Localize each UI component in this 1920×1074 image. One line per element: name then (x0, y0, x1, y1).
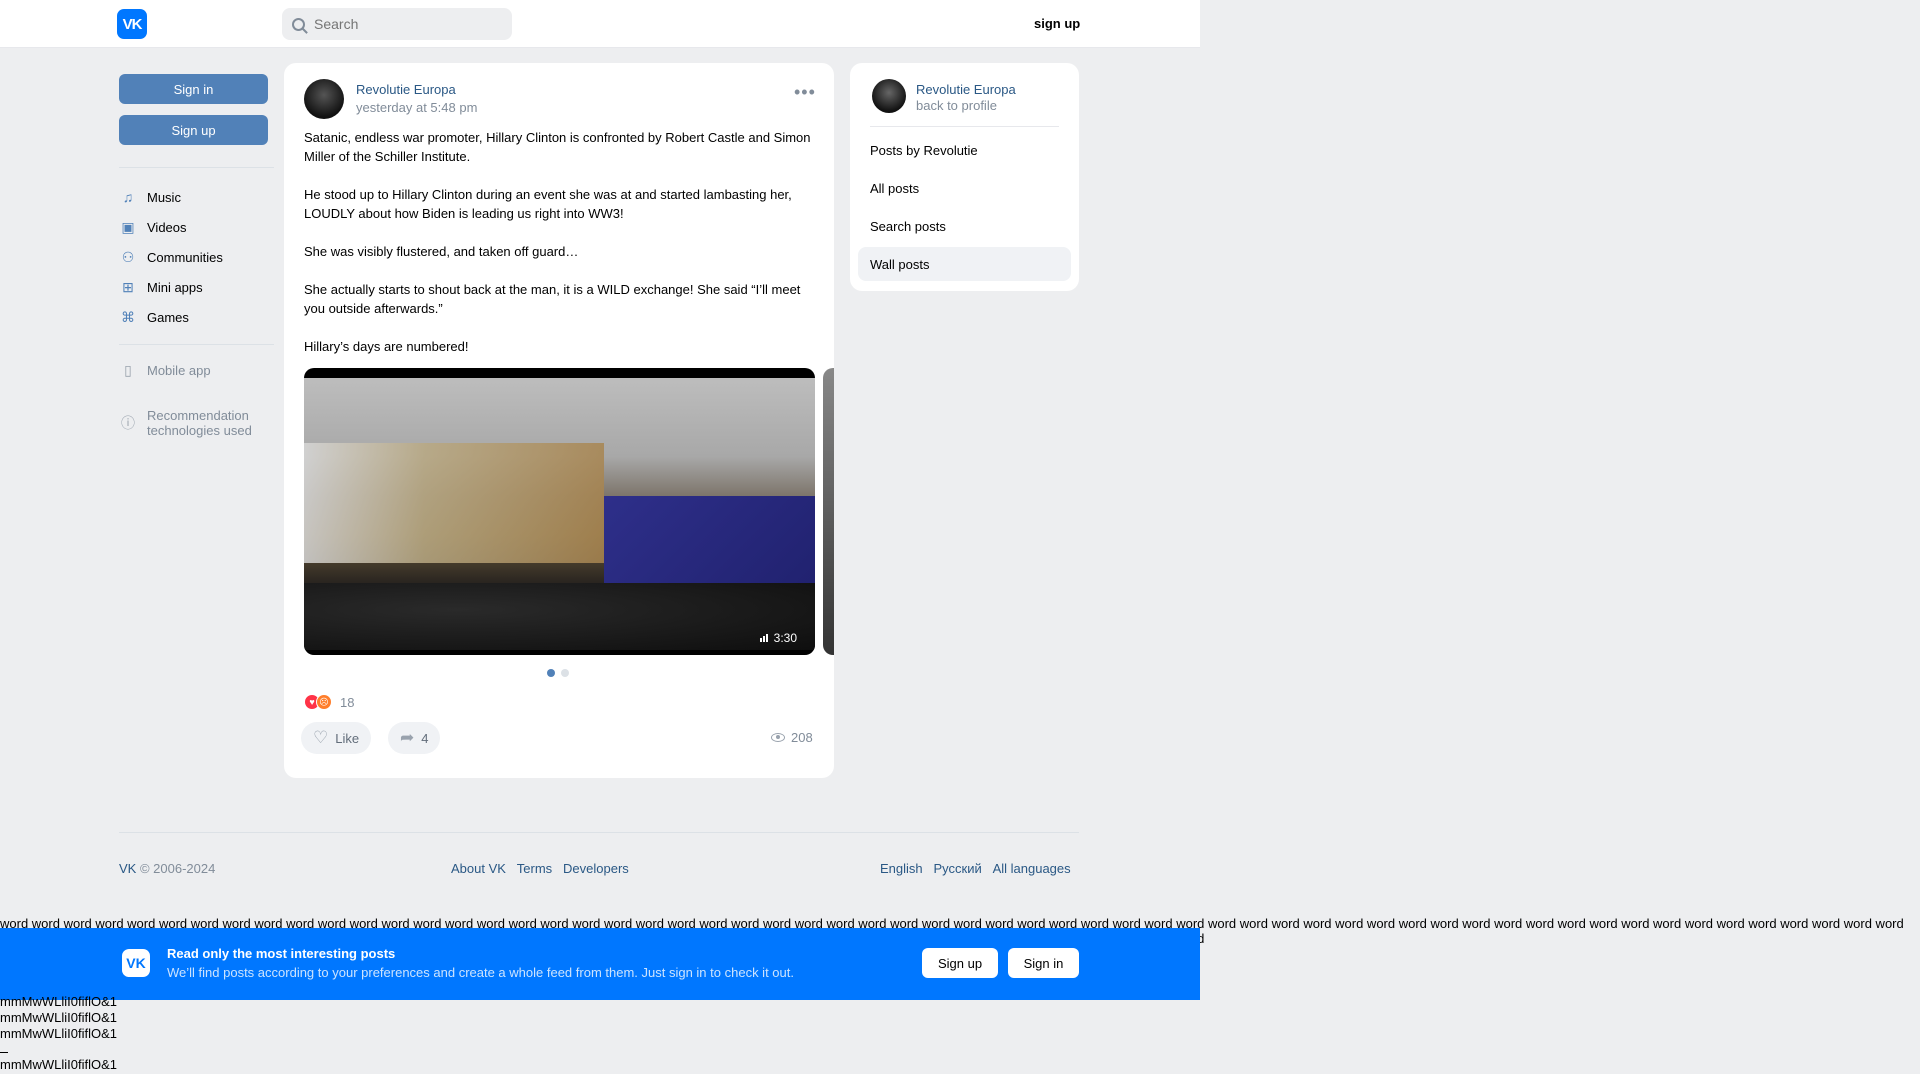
search-icon (292, 17, 305, 31)
reaction-count: 18 (340, 694, 355, 710)
sidebar-item-label: Communities (147, 249, 223, 265)
footer-languages: English Русский All languages (880, 861, 1071, 876)
reactions[interactable]: ♥ ☹ 18 (304, 694, 354, 710)
sidebar-item-music[interactable]: ♫ Music (119, 185, 181, 209)
quality-icon (759, 634, 768, 642)
footer-links: About VK Terms Developers (451, 861, 629, 876)
footer-developers-link[interactable]: Developers (563, 861, 629, 876)
link-posts-by[interactable]: Posts by Revolutie (858, 133, 1071, 167)
banner-sign-in-button[interactable]: Sign in (1008, 948, 1079, 978)
sidebar-item-label: Mobile app (147, 362, 211, 378)
post-text: Satanic, endless war promoter, Hillary C… (304, 128, 819, 375)
video-duration: 3:30 (759, 631, 797, 645)
share-count: 4 (421, 730, 429, 746)
carousel-dot[interactable] (561, 669, 569, 677)
banner-title: Read only the most interesting posts (167, 946, 396, 961)
info-icon: ⓘ (121, 415, 135, 431)
footer-divider (119, 832, 1079, 833)
video-duration-text: 3:30 (773, 631, 797, 645)
views-count: 208 (791, 730, 813, 745)
vk-logo-icon: VK (122, 949, 150, 977)
gamepad-icon: ⌘ (121, 308, 135, 325)
video-player[interactable]: 3:30 (304, 368, 815, 655)
post-paragraph: She actually starts to shout back at the… (304, 282, 801, 316)
back-to-profile[interactable]: back to profile (916, 98, 997, 113)
top-header: VK sign up (0, 0, 1200, 48)
eye-icon (771, 733, 785, 742)
footer-vk-link[interactable]: VK (119, 861, 136, 876)
post-paragraph: She was visibly flustered, and taken off… (304, 244, 579, 259)
link-all-posts[interactable]: All posts (858, 171, 1071, 205)
sidebar-item-games[interactable]: ⌘ Games (119, 305, 189, 329)
lang-russian-link[interactable]: Русский (933, 861, 981, 876)
more-icon[interactable]: ••• (794, 83, 816, 101)
like-label: Like (335, 730, 360, 746)
link-search-posts[interactable]: Search posts (858, 209, 1071, 243)
recommendation-line-2: technologies used (147, 423, 252, 438)
vk-logo[interactable]: VK (117, 9, 147, 39)
share-button[interactable]: ➦ 4 (388, 722, 441, 754)
lang-english-link[interactable]: English (880, 861, 923, 876)
profile-name[interactable]: Revolutie Europa (916, 82, 1016, 97)
banner-subtitle: We’ll find posts according to your prefe… (167, 965, 794, 980)
heart-icon: ♡ (313, 728, 329, 747)
sidebar-item-mobile-app[interactable]: ▯ Mobile app (119, 358, 211, 382)
sidebar-item-mini-apps[interactable]: ⊞ Mini apps (119, 275, 203, 299)
author-avatar[interactable] (304, 79, 344, 119)
like-button[interactable]: ♡ Like (301, 722, 372, 754)
footer-copyright: VK © 2006-2024 (119, 861, 215, 876)
share-icon: ➦ (400, 728, 415, 747)
sidebar-item-label: Videos (147, 219, 187, 235)
post-author[interactable]: Revolutie Europa (356, 82, 456, 97)
sidebar-item-label: Music (147, 189, 181, 205)
carousel-dots (547, 669, 569, 677)
post-paragraph: Satanic, endless war promoter, Hillary C… (304, 130, 811, 164)
sidebar-item-label: Games (147, 309, 189, 325)
sidebar-item-recommendations[interactable]: ⓘ Recommendation technologies used (119, 408, 252, 438)
recommendation-line-1: Recommendation (147, 408, 249, 423)
sidebar-divider (119, 344, 274, 345)
sign-up-button[interactable]: Sign up (119, 115, 268, 145)
search-input[interactable] (314, 16, 494, 32)
sidebar-item-label: Mini apps (147, 279, 203, 295)
post-paragraph: He stood up to Hillary Clinton during an… (304, 187, 792, 221)
sign-in-button[interactable]: Sign in (119, 74, 268, 104)
grid-icon: ⊞ (122, 278, 134, 295)
users-icon: ⚇ (121, 248, 135, 265)
video-icon: ▣ (121, 218, 135, 235)
footer-about-link[interactable]: About VK (451, 861, 506, 876)
promo-banner: VK Read only the most interesting posts … (0, 928, 1200, 1000)
post-time[interactable]: yesterday at 5:48 pm (356, 100, 477, 115)
footer-terms-link[interactable]: Terms (517, 861, 552, 876)
video-wall (304, 443, 604, 563)
font-test-line: mmMwWLliI0fiflO&1 (0, 1010, 118, 1025)
link-wall-posts[interactable]: Wall posts (858, 247, 1071, 281)
angry-reaction-icon: ☹ (316, 694, 332, 710)
sidebar-item-label: Recommendation technologies used (147, 408, 252, 438)
panel-divider (870, 126, 1059, 127)
divider-dash (0, 1052, 8, 1053)
banner-sign-up-button[interactable]: Sign up (922, 948, 998, 978)
video-thumbnail (304, 378, 815, 650)
copyright-text: © 2006-2024 (136, 861, 216, 876)
font-test-line: mmMwWLliI0fiflO&1 (0, 994, 118, 1009)
profile-avatar[interactable] (872, 79, 906, 113)
sidebar-item-videos[interactable]: ▣ Videos (119, 215, 187, 239)
font-test-line: mmMwWLliI0fiflO&1 (0, 1057, 118, 1072)
header-signup-link[interactable]: sign up (1034, 16, 1080, 31)
search-box[interactable] (282, 8, 512, 40)
post-card: Revolutie Europa yesterday at 5:48 pm ••… (284, 63, 834, 778)
profile-panel: Revolutie Europa back to profile Posts b… (850, 63, 1079, 291)
next-video-preview[interactable] (823, 368, 834, 655)
sidebar-divider (119, 167, 274, 168)
carousel-dot-active[interactable] (547, 669, 555, 677)
sidebar-item-communities[interactable]: ⚇ Communities (119, 245, 223, 269)
post-paragraph: Hillary’s days are numbered! (304, 339, 469, 354)
music-icon: ♫ (122, 189, 134, 205)
views: 208 (771, 730, 813, 745)
phone-icon: ▯ (124, 361, 132, 378)
video-crowd (304, 583, 815, 650)
lang-all-link[interactable]: All languages (993, 861, 1071, 876)
font-test-line: mmMwWLliI0fiflO&1 (0, 1026, 118, 1041)
